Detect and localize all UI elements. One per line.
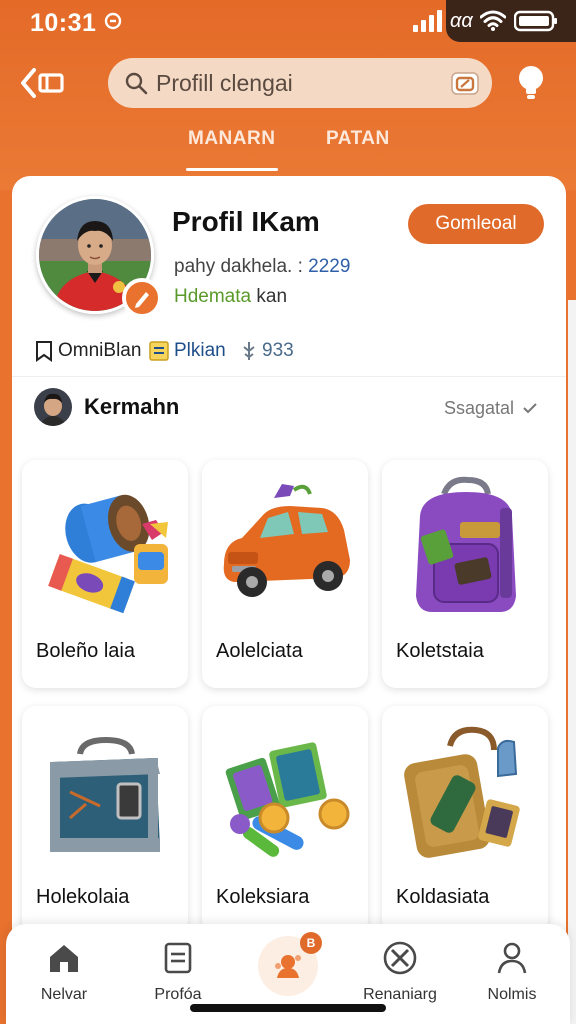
- collection-item-label: Boleño laia: [36, 640, 135, 662]
- search-bar[interactable]: [108, 58, 492, 108]
- section-avatar: [34, 388, 72, 426]
- collection-item[interactable]: Aolelciata: [202, 460, 368, 688]
- collection-item[interactable]: Koletstaia: [382, 460, 548, 688]
- follow-button[interactable]: Gomleoal: [408, 204, 544, 244]
- next-card-edge: [568, 300, 576, 1024]
- profile-meta: pahy dakhela. : 2229: [174, 256, 350, 278]
- profile-status: Hdemata kan: [174, 286, 287, 308]
- tab-manarn[interactable]: MANARN: [188, 128, 275, 150]
- section-filter-label: Ssagatal: [444, 398, 515, 418]
- profile-status-highlight: Hdemata: [174, 286, 252, 307]
- home-indicator: [190, 1004, 386, 1012]
- coin-icon: [243, 342, 255, 360]
- search-icon: [125, 72, 148, 95]
- collection-item-label: Koleksiara: [216, 886, 310, 908]
- stat-notes-label: Plkian: [174, 340, 226, 361]
- collection-item-label: Holekolaia: [36, 886, 130, 908]
- profile-meta-number: 2229: [308, 256, 351, 277]
- battery-icon: [514, 10, 557, 32]
- status-bar: 10:31 αα: [0, 0, 576, 44]
- back-button[interactable]: [20, 64, 68, 102]
- bookmark-icon: [36, 341, 52, 362]
- signal-icon: [413, 10, 442, 32]
- collection-item[interactable]: Koldasiata: [382, 706, 548, 934]
- list-icon: [164, 942, 192, 974]
- carrier-label: αα: [450, 10, 473, 32]
- purple-backpack-image: [416, 476, 516, 612]
- stat-notes[interactable]: Plkian: [148, 340, 226, 362]
- section-title: Kermahn: [84, 394, 180, 419]
- nav-profile[interactable]: Profóa: [128, 940, 228, 1010]
- cards-and-wands-image: [225, 742, 350, 857]
- nav-tools-label: Renaniarg: [363, 986, 437, 1003]
- collection-item-label: Koletstaia: [396, 640, 484, 662]
- nav-account-label: Nolmis: [487, 986, 537, 1003]
- collection-item-label: Koldasiata: [396, 886, 490, 908]
- chevron-check-icon: [523, 403, 537, 414]
- active-tab-indicator: [186, 168, 278, 171]
- nav-profile-label: Profóa: [154, 986, 202, 1003]
- golden-lantern-image: [404, 726, 520, 858]
- steel-chest-image: [50, 736, 160, 852]
- nav-home[interactable]: Nelvar: [14, 940, 114, 1010]
- tab-patan[interactable]: PATAN: [326, 128, 390, 150]
- yo-yo-gears-image: [48, 494, 168, 614]
- collection-item[interactable]: Boleño laia: [22, 460, 188, 688]
- notification-badge: B: [300, 932, 322, 954]
- note-icon: [149, 341, 169, 361]
- section-filter-dropdown[interactable]: Ssagatal: [444, 398, 537, 419]
- wifi-icon: [480, 10, 506, 31]
- divider: [12, 376, 566, 377]
- camera-icon[interactable]: [450, 70, 480, 96]
- pencil-icon: [135, 292, 149, 308]
- stat-coins[interactable]: 933: [240, 340, 294, 362]
- stat-coins-label: 933: [262, 340, 294, 361]
- stat-bookmarks-label: OmniBlan: [58, 340, 142, 361]
- home-icon: [50, 945, 78, 972]
- nav-home-label: Nelvar: [40, 986, 88, 1003]
- profile-meta-text: pahy dakhela. :: [174, 256, 303, 277]
- orange-car-image: [223, 484, 350, 597]
- profile-status-rest: kan: [256, 286, 288, 307]
- collection-item[interactable]: Holekolaia: [22, 706, 188, 934]
- status-time: 10:31: [30, 9, 97, 37]
- edit-avatar-button[interactable]: [122, 278, 162, 318]
- nav-tools[interactable]: Renaniarg: [350, 940, 450, 1010]
- dnd-icon: [104, 12, 122, 30]
- nav-account[interactable]: Nolmis: [462, 940, 562, 1010]
- collection-item-label: Aolelciata: [216, 640, 303, 662]
- tools-icon: [383, 941, 417, 975]
- search-input[interactable]: [156, 58, 436, 108]
- collection-item[interactable]: Koleksiara: [202, 706, 368, 934]
- lightbulb-icon[interactable]: [516, 64, 546, 102]
- user-icon: [497, 942, 527, 974]
- profile-name: Profil IKam: [172, 206, 320, 237]
- stat-bookmarks[interactable]: OmniBlan: [34, 340, 141, 362]
